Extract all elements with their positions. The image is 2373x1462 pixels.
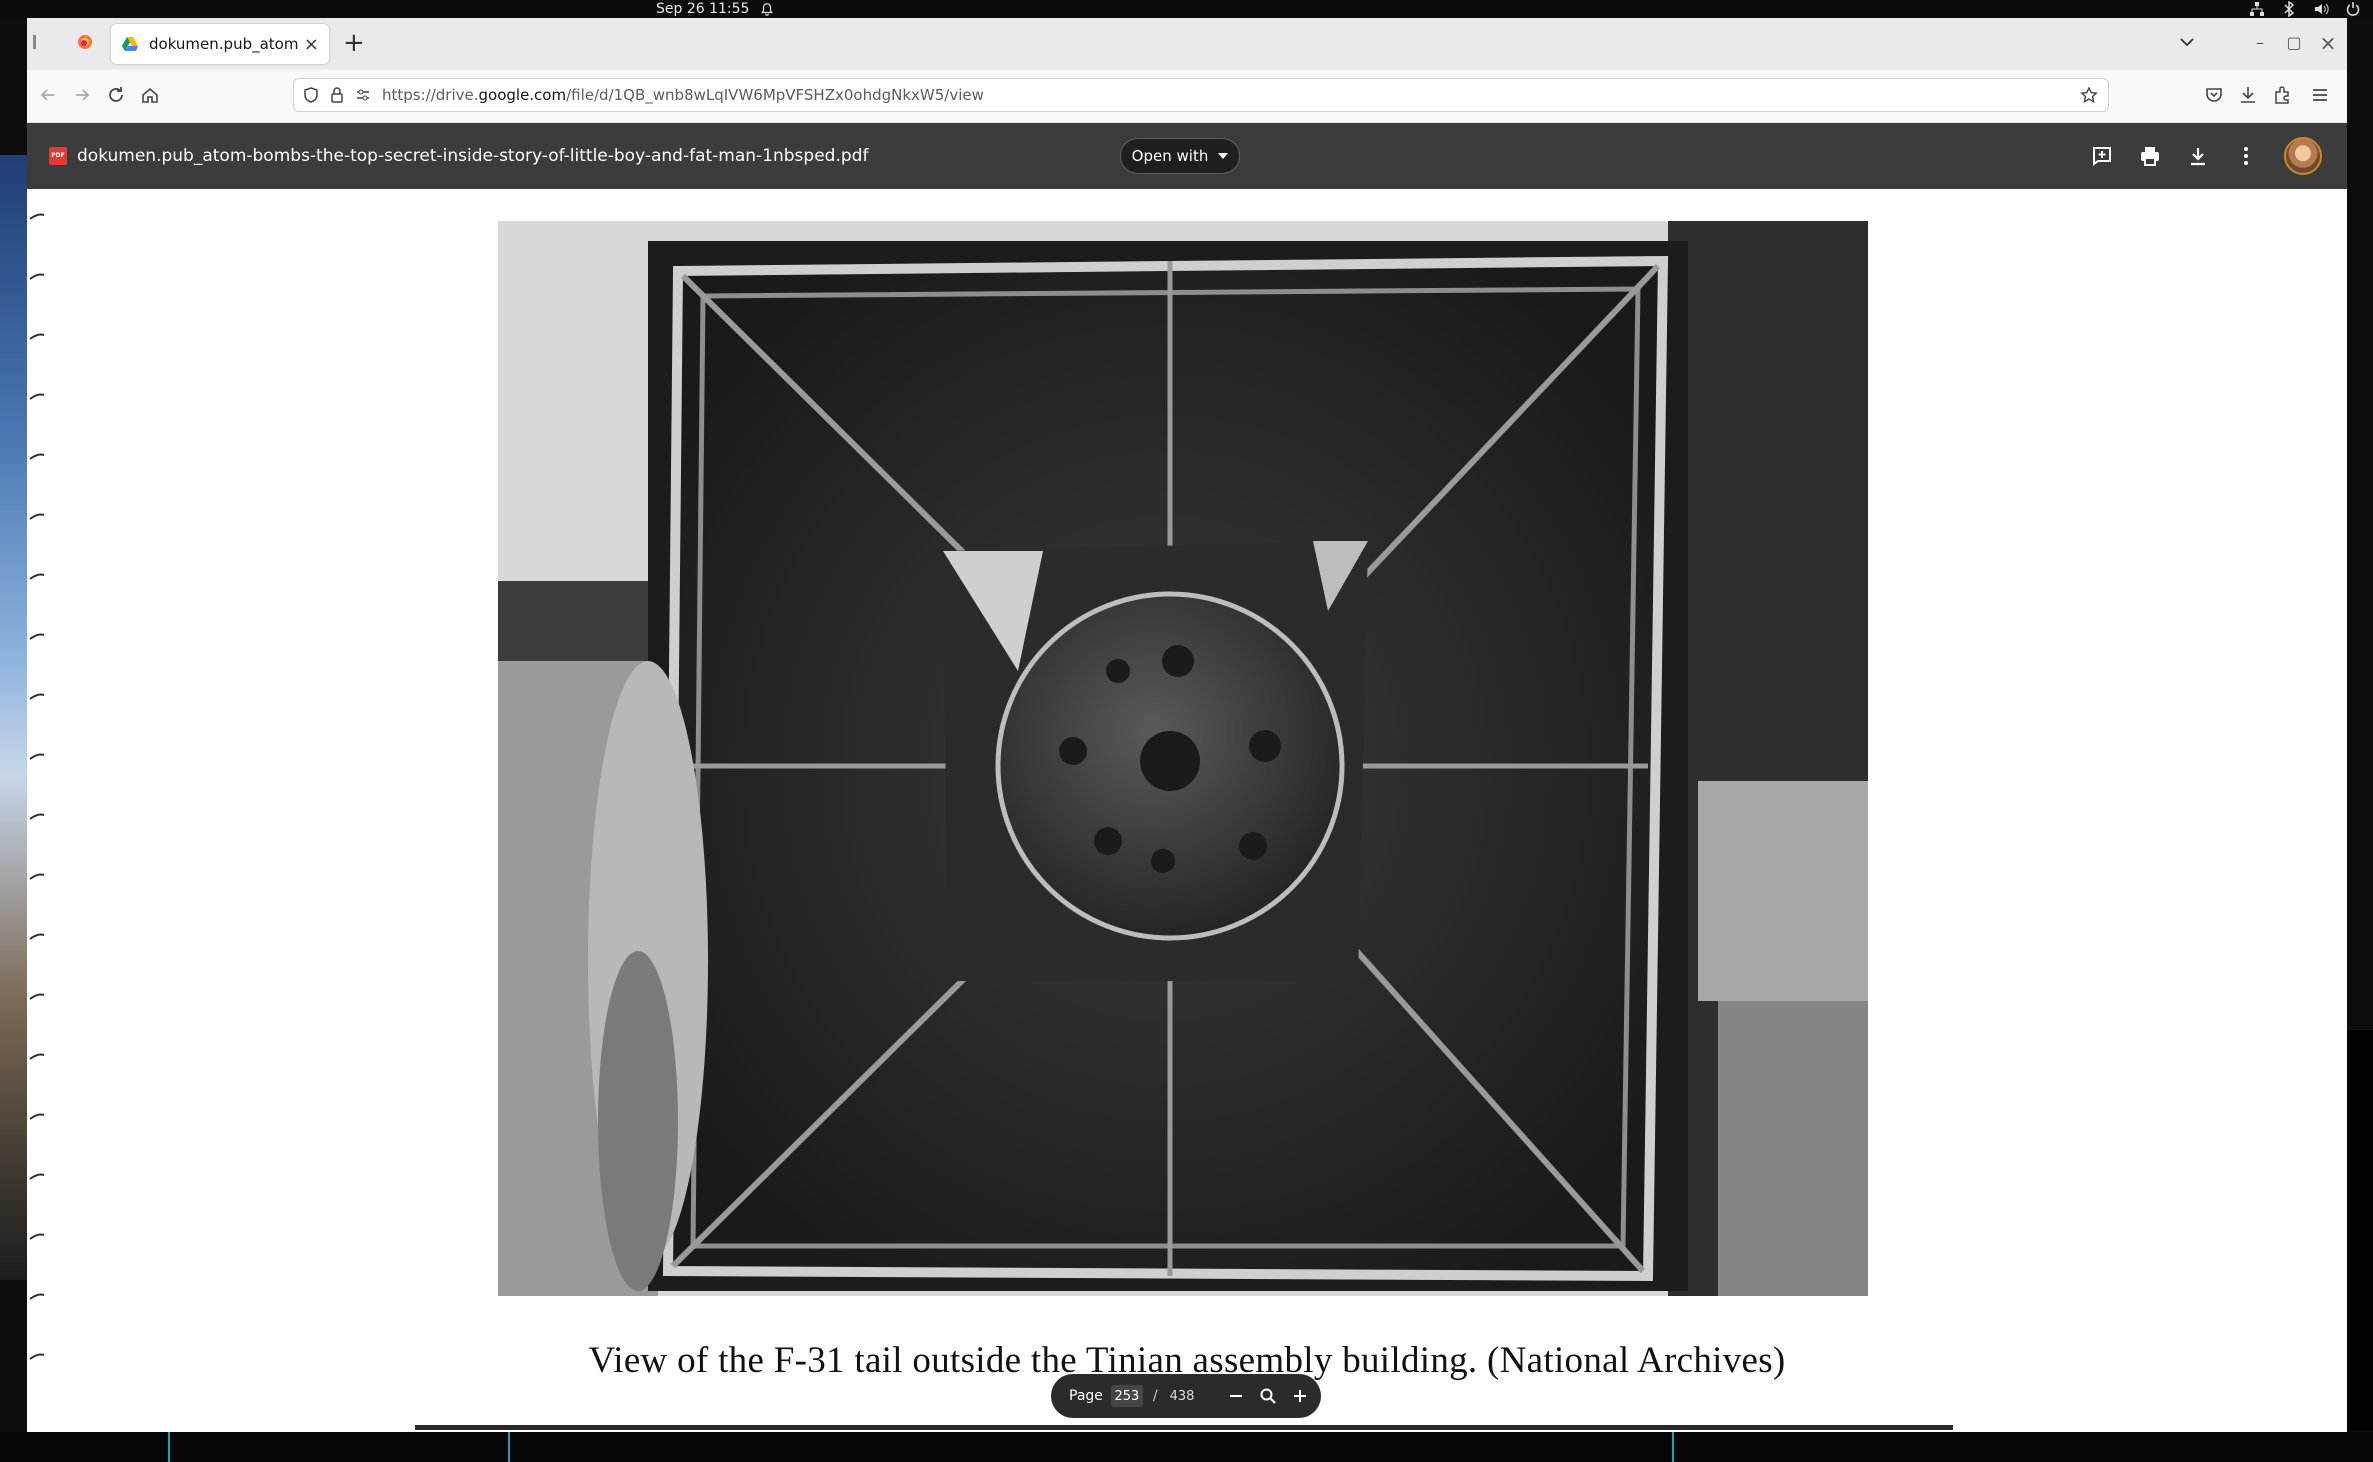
shield-icon[interactable]	[302, 86, 320, 104]
page-separator: /	[1152, 1388, 1158, 1404]
os-clock[interactable]: Sep 26 11:55	[656, 0, 749, 18]
plus-icon	[1293, 1390, 1306, 1402]
system-tray[interactable]	[2249, 1, 2361, 17]
caret-down-icon	[1218, 153, 1229, 159]
minimize-button[interactable]: –	[2249, 32, 2271, 54]
viewer-header: PDF dokumen.pub_atom-bombs-the-top-secre…	[27, 123, 2347, 189]
bomb-tail-photo	[498, 221, 1868, 1296]
network-icon[interactable]	[2249, 1, 2265, 17]
google-drive-icon	[122, 37, 138, 51]
bluetooth-icon[interactable]	[2281, 1, 2297, 17]
tab-bar: dokumen.pub_atom-bom × + – ▢ ×	[27, 18, 2347, 70]
minus-icon	[1229, 1395, 1242, 1397]
page-total: 438	[1169, 1388, 1195, 1404]
os-top-bar: Sep 26 11:55	[0, 0, 2373, 18]
new-tab-button[interactable]: +	[343, 28, 365, 58]
power-icon[interactable]	[2345, 1, 2361, 17]
taskbar-divider	[1672, 1432, 1674, 1462]
site-permissions-icon[interactable]	[354, 86, 372, 104]
pocket-icon[interactable]	[2203, 84, 2225, 106]
open-with-button[interactable]: Open with	[1120, 138, 1240, 174]
home-icon[interactable]	[139, 84, 161, 106]
back-arrow-icon[interactable]	[37, 84, 59, 106]
url-bar[interactable]: https://drive.google.com/file/d/1QB_wnb8…	[293, 78, 2109, 112]
url-text[interactable]: https://drive.google.com/file/d/1QB_wnb8…	[382, 79, 984, 111]
sidebar-toggle-icon[interactable]	[31, 32, 51, 52]
tab-close-icon[interactable]: ×	[304, 34, 319, 55]
magnifier-icon	[1260, 1388, 1276, 1404]
add-comment-icon[interactable]	[2090, 144, 2114, 168]
account-avatar[interactable]	[2284, 137, 2322, 175]
download-icon[interactable]	[2186, 144, 2210, 168]
page-binding-marks	[29, 213, 45, 1360]
downloads-icon[interactable]	[2237, 84, 2259, 106]
navigation-toolbar: https://drive.google.com/file/d/1QB_wnb8…	[27, 70, 2347, 123]
bookmark-star-icon[interactable]	[2080, 86, 2098, 104]
page-edge	[415, 1425, 1953, 1430]
drive-pdf-viewer: PDF dokumen.pub_atom-bombs-the-top-secre…	[27, 123, 2347, 1432]
file-name: dokumen.pub_atom-bombs-the-top-secret-in…	[77, 146, 869, 166]
page-number-input[interactable]	[1110, 1385, 1143, 1407]
close-window-button[interactable]: ×	[2317, 32, 2339, 54]
tab-drive-document[interactable]: dokumen.pub_atom-bom ×	[111, 24, 329, 64]
firefox-view-icon[interactable]	[75, 32, 95, 52]
lock-icon[interactable]	[328, 86, 346, 104]
print-icon[interactable]	[2138, 144, 2162, 168]
desktop-background-right	[2347, 1030, 2373, 1430]
maximize-button[interactable]: ▢	[2283, 32, 2305, 54]
zoom-in-button[interactable]	[1291, 1384, 1309, 1408]
menu-icon[interactable]	[2309, 84, 2331, 106]
taskbar-divider	[168, 1432, 170, 1462]
extensions-icon[interactable]	[2271, 84, 2293, 106]
desktop-wallpaper	[0, 155, 27, 1280]
browser-window: dokumen.pub_atom-bom × + – ▢ × https://d…	[27, 18, 2347, 1432]
chevron-down-icon[interactable]	[2177, 32, 2197, 52]
reload-icon[interactable]	[105, 84, 127, 106]
forward-arrow-icon[interactable]	[71, 84, 93, 106]
more-options-icon[interactable]	[2234, 144, 2258, 168]
taskbar-divider	[508, 1432, 510, 1462]
pdf-page[interactable]: View of the F-31 tail outside the Tinian…	[27, 189, 2347, 1432]
pdf-file-icon: PDF	[49, 147, 67, 165]
tab-title: dokumen.pub_atom-bom	[149, 35, 298, 53]
bell-icon[interactable]	[760, 1, 774, 17]
page-navigation-control: Page / 438	[1051, 1374, 1321, 1418]
zoom-out-button[interactable]	[1226, 1384, 1244, 1408]
zoom-button[interactable]	[1259, 1384, 1277, 1408]
open-with-label: Open with	[1131, 147, 1209, 165]
page-label: Page	[1069, 1388, 1103, 1404]
bottom-panel	[0, 1432, 2373, 1462]
volume-icon[interactable]	[2313, 1, 2329, 17]
